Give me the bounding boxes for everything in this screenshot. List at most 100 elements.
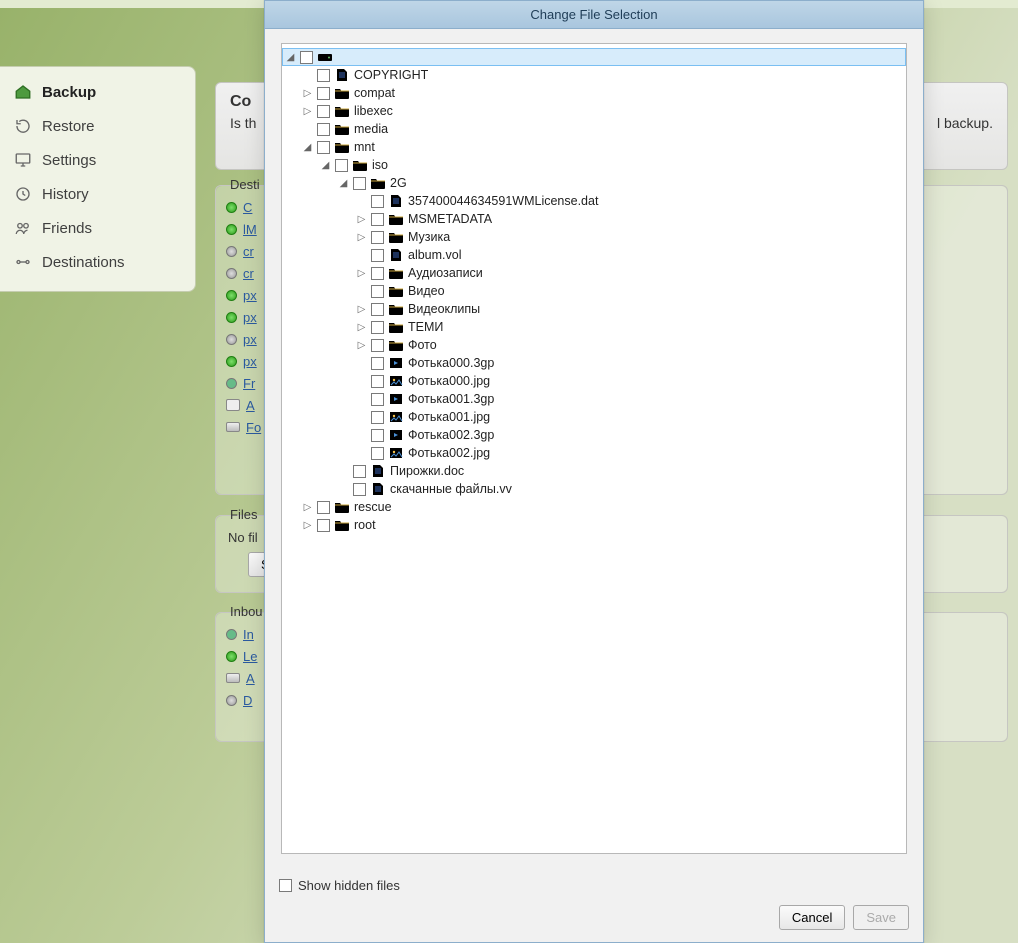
destination-link[interactable]: px <box>243 288 257 303</box>
change-file-selection-dialog: Change File Selection ◢COPYRIGHT▷compat▷… <box>264 0 924 943</box>
destination-link[interactable]: C <box>243 200 252 215</box>
tree-checkbox[interactable] <box>371 447 384 460</box>
tree-row[interactable]: Фотька001.jpg <box>354 408 906 426</box>
tree-row[interactable]: media <box>300 120 906 138</box>
destination-link[interactable]: A <box>246 398 255 413</box>
tree-label: 2G <box>390 176 407 190</box>
tree-checkbox[interactable] <box>371 429 384 442</box>
tree-checkbox[interactable] <box>371 411 384 424</box>
destination-link[interactable]: Fo <box>246 420 261 435</box>
destination-link[interactable]: lM <box>243 222 257 237</box>
destination-link[interactable]: px <box>243 332 257 347</box>
tree-row[interactable]: ▷Аудиозаписи <box>354 264 906 282</box>
tree-row[interactable]: ▷root <box>300 516 906 534</box>
tree-row[interactable]: Фотька001.3gp <box>354 390 906 408</box>
checkbox-icon[interactable] <box>279 879 292 892</box>
tree-row[interactable]: ◢ 2G <box>336 174 906 192</box>
tree-checkbox[interactable] <box>317 87 330 100</box>
tree-row[interactable]: Фотька002.jpg <box>354 444 906 462</box>
tree-row[interactable]: Пирожки.doc <box>336 462 906 480</box>
tree-row[interactable]: ◢iso <box>318 156 906 174</box>
tree-checkbox[interactable] <box>317 519 330 532</box>
file-tree[interactable]: ◢COPYRIGHT▷compat▷libexecmedia◢mnt◢iso◢2… <box>281 43 907 854</box>
destination-link[interactable]: cr <box>243 244 254 259</box>
tree-row[interactable]: ▷rescue <box>300 498 906 516</box>
inbound-link[interactable]: Le <box>243 649 257 664</box>
tree-row[interactable]: ▷Видеоклипы <box>354 300 906 318</box>
folder-icon <box>334 122 350 136</box>
expander-icon[interactable]: ◢ <box>302 142 313 153</box>
tree-row[interactable]: album.vol <box>354 246 906 264</box>
expander-icon[interactable]: ▷ <box>302 520 313 531</box>
sidebar-item-settings[interactable]: Settings <box>0 143 195 177</box>
tree-row[interactable]: ▷Фото <box>354 336 906 354</box>
tree-checkbox[interactable] <box>371 375 384 388</box>
tree-checkbox[interactable] <box>371 231 384 244</box>
tree-row[interactable]: ▷ТЕМИ <box>354 318 906 336</box>
expander-icon[interactable]: ◢ <box>338 178 349 189</box>
sidebar-item-friends[interactable]: Friends <box>0 211 195 245</box>
tree-checkbox[interactable] <box>371 339 384 352</box>
sidebar-item-restore[interactable]: Restore <box>0 109 195 143</box>
tree-checkbox[interactable] <box>371 303 384 316</box>
expander-icon[interactable]: ▷ <box>356 340 367 351</box>
tree-checkbox[interactable] <box>371 195 384 208</box>
destination-link[interactable]: px <box>243 310 257 325</box>
expander-icon[interactable]: ▷ <box>356 322 367 333</box>
tree-checkbox[interactable] <box>300 51 313 64</box>
tree-checkbox[interactable] <box>317 141 330 154</box>
inbound-link[interactable]: A <box>246 671 255 686</box>
expander-icon[interactable]: ▷ <box>356 214 367 225</box>
tree-checkbox[interactable] <box>317 501 330 514</box>
destination-link[interactable]: cr <box>243 266 254 281</box>
save-button[interactable]: Save <box>853 905 909 930</box>
tree-checkbox[interactable] <box>371 357 384 370</box>
tree-row[interactable]: COPYRIGHT <box>300 66 906 84</box>
tree-checkbox[interactable] <box>371 213 384 226</box>
show-hidden-checkbox[interactable]: Show hidden files <box>279 878 909 893</box>
expander-icon[interactable]: ▷ <box>356 232 367 243</box>
cancel-button[interactable]: Cancel <box>779 905 845 930</box>
sidebar-item-destinations[interactable]: Destinations <box>0 245 195 279</box>
tree-checkbox[interactable] <box>371 267 384 280</box>
expander-icon[interactable]: ▷ <box>302 88 313 99</box>
tree-checkbox[interactable] <box>353 483 366 496</box>
tree-checkbox[interactable] <box>317 123 330 136</box>
pc-icon <box>226 399 240 411</box>
expander-icon[interactable]: ▷ <box>302 502 313 513</box>
expander-icon[interactable]: ▷ <box>302 106 313 117</box>
tree-row[interactable]: ▷compat <box>300 84 906 102</box>
status-dot-icon <box>226 290 237 301</box>
tree-checkbox[interactable] <box>317 105 330 118</box>
tree-checkbox[interactable] <box>317 69 330 82</box>
tree-checkbox[interactable] <box>371 285 384 298</box>
expander-icon[interactable]: ◢ <box>285 52 296 63</box>
expander-icon[interactable]: ◢ <box>320 160 331 171</box>
destination-link[interactable]: Fr <box>243 376 255 391</box>
tree-row[interactable]: ▷MSMETADATA <box>354 210 906 228</box>
tree-checkbox[interactable] <box>353 465 366 478</box>
tree-row[interactable]: Фотька002.3gp <box>354 426 906 444</box>
inbound-link[interactable]: In <box>243 627 254 642</box>
destination-link[interactable]: px <box>243 354 257 369</box>
tree-row[interactable]: ▷libexec <box>300 102 906 120</box>
tree-checkbox[interactable] <box>371 393 384 406</box>
tree-checkbox[interactable] <box>371 249 384 262</box>
tree-row[interactable]: ▷Музика <box>354 228 906 246</box>
tree-row[interactable]: Фотька000.3gp <box>354 354 906 372</box>
tree-checkbox[interactable] <box>353 177 366 190</box>
tree-row[interactable]: ◢mnt <box>300 138 906 156</box>
tree-row[interactable]: 357400044634591WMLicense.dat <box>354 192 906 210</box>
sidebar-item-history[interactable]: History <box>0 177 195 211</box>
restore-icon <box>14 117 32 135</box>
tree-checkbox[interactable] <box>335 159 348 172</box>
tree-row[interactable]: Видео <box>354 282 906 300</box>
tree-row[interactable]: скачанные файлы.vv <box>336 480 906 498</box>
inbound-link[interactable]: D <box>243 693 252 708</box>
expander-icon[interactable]: ▷ <box>356 268 367 279</box>
tree-row[interactable]: Фотька000.jpg <box>354 372 906 390</box>
sidebar-item-backup[interactable]: Backup <box>0 75 195 109</box>
expander-icon[interactable]: ▷ <box>356 304 367 315</box>
tree-checkbox[interactable] <box>371 321 384 334</box>
tree-row[interactable]: ◢ <box>282 48 906 66</box>
